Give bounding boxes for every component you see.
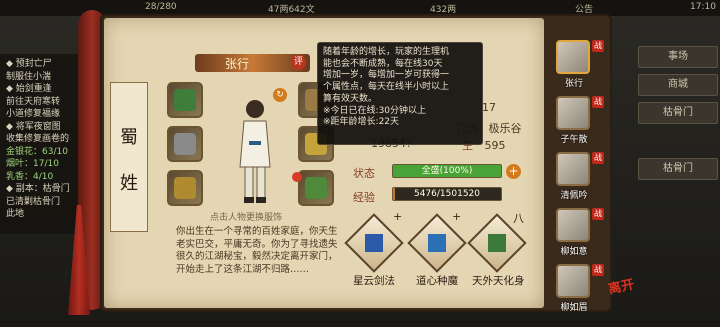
skill-slot-2[interactable]: 道心种魔 [407,213,467,288]
age-tooltip: 随着年龄的增长，玩家的生理机 能也会不断成熟，每在线30天 增加一岁，每增加一岁可获… [317,42,483,145]
party-member-avatar[interactable] [556,40,590,74]
battle-badge: 战 [592,264,604,276]
figure-icon [467,213,527,273]
tooltip-line: 能也会不断成熟，每在线30天 [323,58,443,69]
party-member-name: 柳如眉 [560,303,588,313]
party-member-avatar[interactable] [556,152,590,186]
character-name: 张行 [225,57,250,71]
skill-slot-3[interactable]: 天外天化身 [467,213,527,288]
character-bio: 你出生在一个寻常的百姓家庭，你天生老实巴交，平庸无奇。你为了寻找遗失很久的江湖秘… [176,226,338,275]
clock: 17:10 [690,2,716,12]
tooltip-line: ※距年龄增长:22天 [323,117,400,128]
money-value: 595 [484,139,506,152]
restore-plus-button[interactable]: + [506,164,521,179]
character-portrait[interactable] [230,95,280,205]
tooltip-line: 增加一岁，每增加一岁可获得一 [323,70,450,81]
menu-item-shop[interactable]: 商城 [638,74,718,96]
party-member-name: 柳如意 [560,247,588,257]
scroll-icon [407,213,467,273]
equip-slot-bracer[interactable] [167,82,203,118]
exp-label-row: 经验 [353,189,375,205]
party-roster: 张行战子午散战清佩吟战柳如意战柳如眉战 [552,36,612,313]
exp-label: 经验 [353,191,375,204]
change-outfit-hint: 点击人物更换服饰 [210,213,283,223]
bracer-icon [174,89,196,111]
exp-bar: 5476/1501520 [392,187,502,201]
sword-icon [174,133,196,155]
tooltip-line: ※今日已在线:30分钟以上 [323,105,427,116]
party-member-avatar[interactable] [556,208,590,242]
equip-slot-weapon[interactable] [167,126,203,162]
side-menu: 事场 商城 枯骨门 枯骨门 [636,46,720,186]
state-label-row: 状态 [353,165,375,181]
tooltip-line: 算有效天数。 [323,93,378,104]
equip-slot-ring[interactable] [167,170,203,206]
tooltip-line: 随着年龄的增长，玩家的生理机 [323,47,450,57]
skill-2-name: 道心种魔 [416,275,458,287]
menu-item-dungeon-2[interactable]: 枯骨门 [638,158,718,180]
battle-badge: 战 [592,40,604,52]
skill-2-symbol [428,234,446,252]
skill-slot-1[interactable]: 星云剑法 [344,213,404,288]
rating-badge[interactable]: 评 [291,55,306,70]
battle-badge: 战 [592,208,604,220]
menu-item-event[interactable]: 事场 [638,46,718,68]
family-char-2: 姓 [120,173,138,194]
skill-3-symbol [488,234,506,252]
equip-slot-belt[interactable] [298,170,334,206]
tooltip-line: 个属性点，每天在线半小时以上 [323,82,450,93]
state-bar-text: 全盛(100%) [421,166,473,176]
family-char-1: 蜀 [120,127,138,148]
family-name-band: 蜀 姓 [110,82,148,232]
skill-1-symbol [365,234,383,252]
sect-value: 极乐谷 [488,122,522,135]
book-icon [344,213,404,273]
party-member-name: 子午散 [560,135,588,145]
equip-alert-dot [292,172,302,182]
belt-icon [305,177,327,199]
exp-bar-text: 5476/1501520 [413,189,481,199]
age-value: 17 [482,101,496,114]
stamina-counter: 28/280 [145,2,177,12]
state-label: 状态 [353,167,375,180]
party-member-avatar[interactable] [556,96,590,130]
menu-item-dungeon[interactable]: 枯骨门 [638,102,718,124]
ring-icon [174,177,196,199]
skill-1-name: 星云剑法 [353,275,395,287]
party-member-name: 清佩吟 [560,191,588,201]
battle-badge: 战 [592,152,604,164]
skill-3-name: 天外天化身 [472,275,525,287]
party-member-avatar[interactable] [556,264,590,298]
state-bar: 全盛(100%) [392,164,502,178]
battle-badge: 战 [592,96,604,108]
party-member-name: 张行 [564,79,583,89]
